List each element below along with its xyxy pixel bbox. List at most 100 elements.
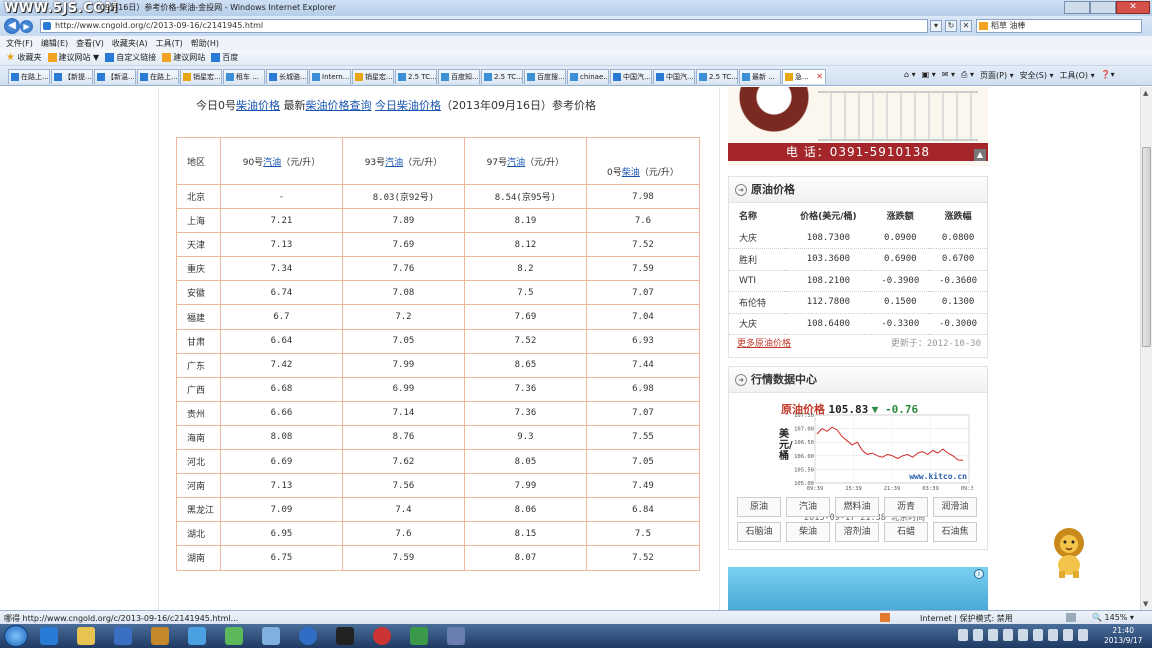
menu-help[interactable]: 帮助(H)	[191, 38, 219, 49]
print-icon[interactable]: ⎙ ▾	[961, 70, 974, 81]
taskbar-app6-icon[interactable]	[336, 627, 354, 645]
start-button[interactable]	[4, 625, 28, 647]
stop-icon[interactable]: ✕	[960, 20, 972, 32]
minimize-button[interactable]	[1064, 1, 1090, 14]
product-tag[interactable]: 沥青	[884, 497, 928, 517]
ad-info-icon[interactable]: i	[974, 569, 984, 579]
product-tag[interactable]: 汽油	[786, 497, 830, 517]
scroll-up-icon[interactable]: ▲	[1143, 89, 1148, 97]
safety-menu[interactable]: 安全(S) ▾	[1020, 70, 1054, 81]
taskbar-ie-icon[interactable]	[40, 627, 58, 645]
fav-custom-links[interactable]: 自定义链接	[105, 52, 156, 63]
gasoline-link[interactable]: 汽油	[263, 158, 281, 168]
product-tag[interactable]: 柴油	[786, 522, 830, 542]
url-input[interactable]: http://www.cngold.org/c/2013-09-16/c2141…	[40, 19, 928, 33]
tray-icon[interactable]	[973, 629, 983, 641]
page-menu[interactable]: 页面(P) ▾	[980, 70, 1014, 81]
taskbar-app5-icon[interactable]	[299, 627, 317, 645]
taskbar-excel-icon[interactable]	[410, 627, 428, 645]
taskbar-app4-icon[interactable]	[262, 627, 280, 645]
browser-tab[interactable]: 2.5 TC...	[395, 69, 437, 84]
taskbar-app7-icon[interactable]	[373, 627, 391, 645]
popup-blocker-icon[interactable]	[880, 613, 890, 622]
tray-icon[interactable]	[1003, 629, 1013, 641]
favorites-button[interactable]: ★ 收藏夹	[6, 52, 42, 63]
product-tag[interactable]: 润滑油	[933, 497, 977, 517]
menu-file[interactable]: 文件(F)	[6, 38, 33, 49]
scroll-down-icon[interactable]: ▼	[1143, 600, 1148, 608]
forward-button[interactable]: ▶	[20, 20, 33, 33]
browser-tab[interactable]: 【新温...	[94, 69, 136, 84]
zoom-mode-icon[interactable]	[1066, 613, 1076, 622]
tray-icon[interactable]	[1018, 629, 1028, 641]
maximize-button[interactable]	[1090, 1, 1116, 14]
browser-tab[interactable]: 百度知...	[438, 69, 480, 84]
browser-tab[interactable]: 销星宏...	[180, 69, 222, 84]
scrollbar-thumb[interactable]	[1142, 147, 1151, 347]
tray-icon[interactable]	[1048, 629, 1058, 641]
taskbar-app2-icon[interactable]	[188, 627, 206, 645]
tray-icon[interactable]	[988, 629, 998, 641]
security-zone[interactable]: Internet | 保护模式: 禁用	[920, 613, 1013, 624]
taskbar-app-icon[interactable]	[151, 627, 169, 645]
compat-view-icon[interactable]: ▾	[930, 20, 942, 32]
menu-favorites[interactable]: 收藏夹(A)	[112, 38, 148, 49]
zoom-level[interactable]: 🔍 145% ▾	[1092, 613, 1134, 622]
lion-mascot-icon[interactable]	[1044, 525, 1094, 579]
volume-icon[interactable]	[1078, 629, 1088, 641]
more-crude-prices-link[interactable]: 更多原油价格	[737, 336, 791, 349]
taskbar-clock[interactable]: 21:40 2013/9/17	[1104, 626, 1142, 646]
taskbar-media-icon[interactable]	[114, 627, 132, 645]
menu-view[interactable]: 查看(V)	[76, 38, 104, 49]
product-tag[interactable]: 石蜡	[884, 522, 928, 542]
search-input[interactable]: 稻草 油棒	[976, 19, 1142, 33]
diesel-link[interactable]: 柴油	[622, 168, 640, 178]
taskbar-folder-icon[interactable]	[77, 627, 95, 645]
browser-tab[interactable]: 【新提...	[51, 69, 93, 84]
company-banner[interactable]: 电 话：0391-5910138 ▲	[728, 87, 988, 166]
browser-tab[interactable]: 租车 ...	[223, 69, 265, 84]
product-tag[interactable]: 石脑油	[737, 522, 781, 542]
browser-tab[interactable]: 中国汽...	[653, 69, 695, 84]
tray-icon[interactable]	[1033, 629, 1043, 641]
back-button[interactable]: ◀	[4, 18, 20, 34]
menu-tools[interactable]: 工具(T)	[156, 38, 183, 49]
menu-edit[interactable]: 编辑(E)	[41, 38, 68, 49]
browser-tab[interactable]: 百度搜...	[524, 69, 566, 84]
feeds-icon[interactable]: ▣ ▾	[922, 70, 936, 81]
close-tab-icon[interactable]: ✕	[816, 70, 823, 84]
fav-suggested-sites[interactable]: 建议网站 ▼	[47, 52, 99, 63]
taskbar-app3-icon[interactable]	[225, 627, 243, 645]
tools-menu[interactable]: 工具(O) ▾	[1060, 70, 1095, 81]
help-icon[interactable]: ❓▾	[1101, 70, 1115, 81]
fav-baidu[interactable]: 百度	[211, 52, 238, 63]
refresh-icon[interactable]: ↻	[945, 20, 957, 32]
gasoline-link[interactable]: 汽油	[507, 158, 525, 168]
gasoline-link[interactable]: 汽油	[385, 158, 403, 168]
browser-tab[interactable]: 急... ✕	[782, 69, 826, 84]
mail-icon[interactable]: ✉ ▾	[942, 70, 955, 81]
diesel-price-link[interactable]: 柴油价格	[236, 99, 280, 112]
product-tag[interactable]: 溶剂油	[835, 522, 879, 542]
fav-suggested-sites-2[interactable]: 建议网站	[162, 52, 205, 63]
browser-tab[interactable]: 销星宏...	[352, 69, 394, 84]
browser-tab[interactable]: 中国汽...	[610, 69, 652, 84]
close-button[interactable]: ✕	[1116, 1, 1150, 14]
tray-icon[interactable]	[958, 629, 968, 641]
today-diesel-price-link[interactable]: 今日柴油价格	[375, 99, 441, 112]
browser-tab[interactable]: 最新 ...	[739, 69, 781, 84]
diesel-price-query-link[interactable]: 柴油价格查询	[306, 99, 372, 112]
product-tag[interactable]: 石油焦	[933, 522, 977, 542]
crude-price-chart[interactable]: 原油价格 105.83 ▼ -0.76 美元/桶 107.50 107.00 106…	[769, 401, 979, 523]
browser-tab[interactable]: 2.5 TC...	[696, 69, 738, 84]
browser-tab[interactable]: Intern...	[309, 69, 351, 84]
browser-tab[interactable]: 在路上...	[8, 69, 50, 84]
product-tag[interactable]: 原油	[737, 497, 781, 517]
browser-tab[interactable]: 在路上...	[137, 69, 179, 84]
vertical-scrollbar[interactable]: ▲ ▼	[1140, 87, 1152, 610]
product-tag[interactable]: 燃料油	[835, 497, 879, 517]
taskbar-app8-icon[interactable]	[447, 627, 465, 645]
tray-icon[interactable]	[1063, 629, 1073, 641]
home-icon[interactable]: ⌂ ▾	[904, 70, 916, 81]
ad-banner[interactable]: i	[728, 567, 988, 610]
